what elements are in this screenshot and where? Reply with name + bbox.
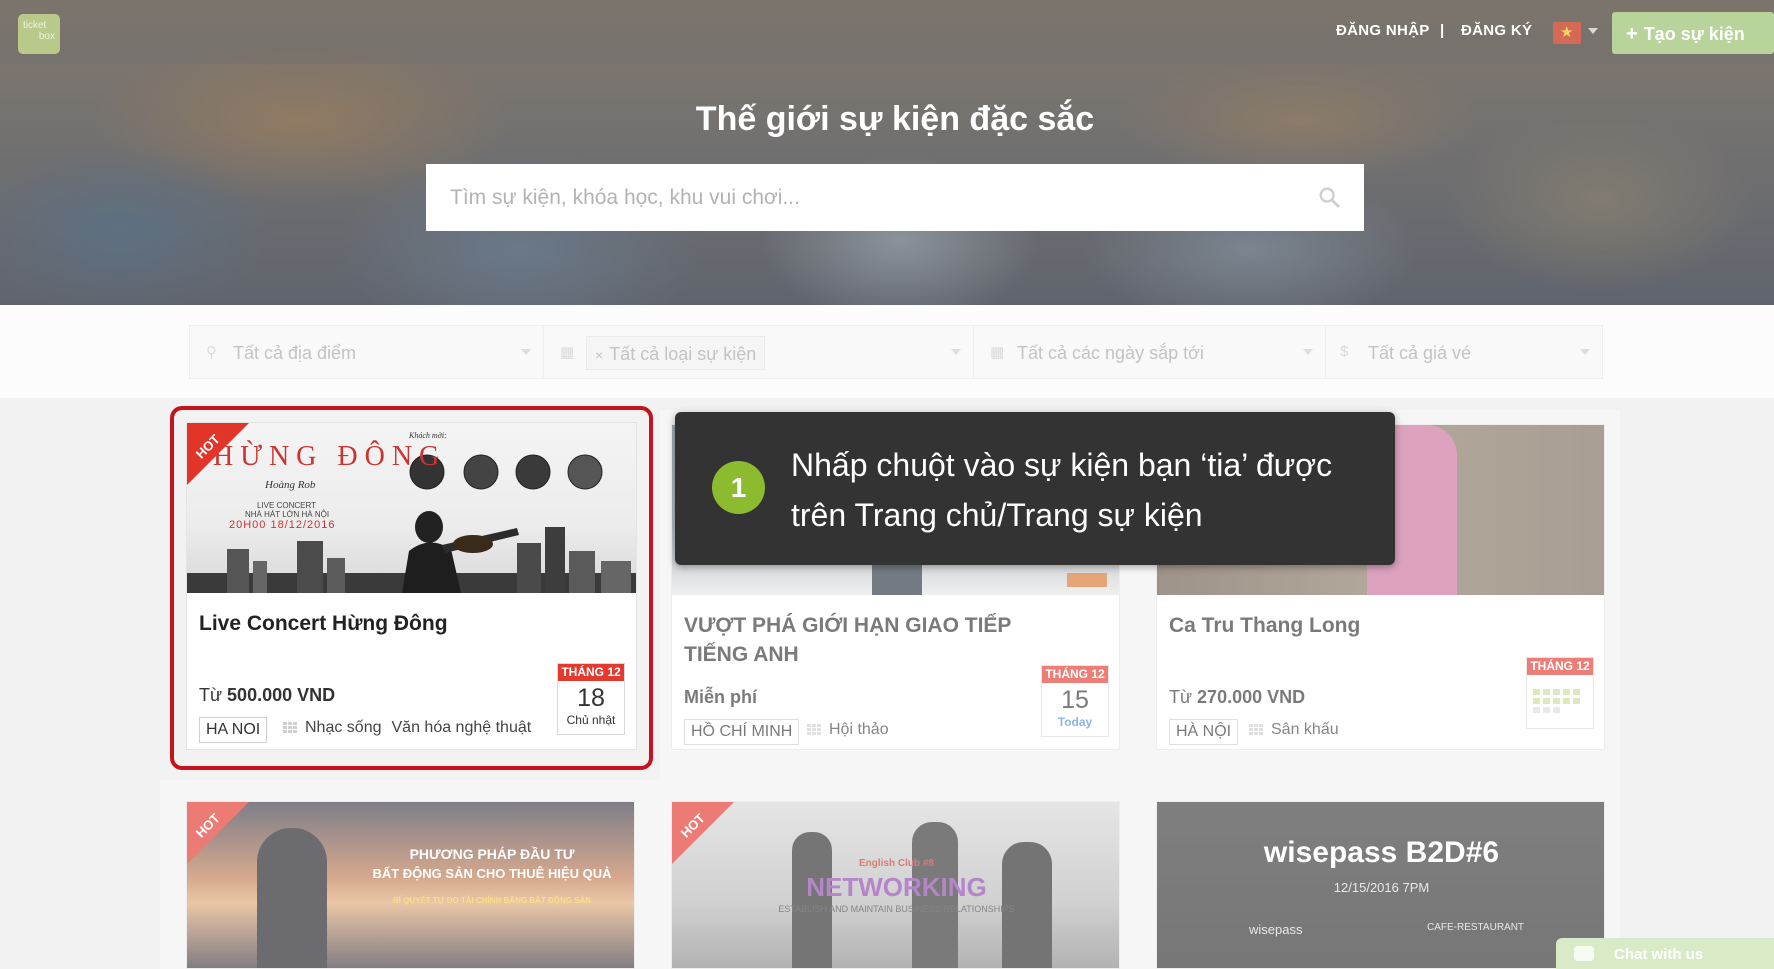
login-link[interactable]: ĐĂNG NHẬP (1336, 22, 1430, 39)
ticketbox-logo[interactable]: ticket box (18, 14, 60, 54)
register-link[interactable]: ĐĂNG KÝ (1461, 22, 1532, 39)
flag-star-icon: ★ (1560, 24, 1574, 41)
plus-icon: + (1626, 23, 1638, 45)
step-number-badge: 1 (712, 461, 765, 514)
create-event-label: Tạo sự kiện (1643, 24, 1745, 44)
top-nav-bar: ticket box ĐĂNG NHẬP | ĐĂNG KÝ ★ + Tạo sự… (0, 0, 1774, 64)
search-icon[interactable] (1318, 186, 1340, 208)
dim-overlay-bottom (160, 780, 660, 969)
chat-widget[interactable]: Chat with us (1556, 938, 1774, 969)
chat-label: Chat with us (1614, 946, 1704, 963)
search-input[interactable] (450, 186, 1270, 210)
logo-text-line1: ticket (23, 20, 47, 31)
filter-dim-overlay (0, 305, 1774, 398)
nav-separator: | (1440, 22, 1445, 39)
chat-bubble-icon (1574, 946, 1594, 961)
hero-title: Thế giới sự kiện đặc sắc (695, 100, 1095, 138)
tooltip-text: Nhấp chuột vào sự kiện bạn ‘tia’ được tr… (791, 447, 1333, 533)
highlight-frame (170, 406, 653, 770)
language-caret-icon[interactable] (1588, 28, 1598, 34)
logo-text-line2: box (38, 31, 55, 42)
tutorial-tooltip: 1 Nhấp chuột vào sự kiện bạn ‘tia’ được … (675, 412, 1395, 565)
search-box[interactable] (426, 164, 1364, 231)
create-event-button[interactable]: + Tạo sự kiện (1612, 12, 1774, 54)
language-flag-icon[interactable]: ★ (1553, 22, 1581, 44)
